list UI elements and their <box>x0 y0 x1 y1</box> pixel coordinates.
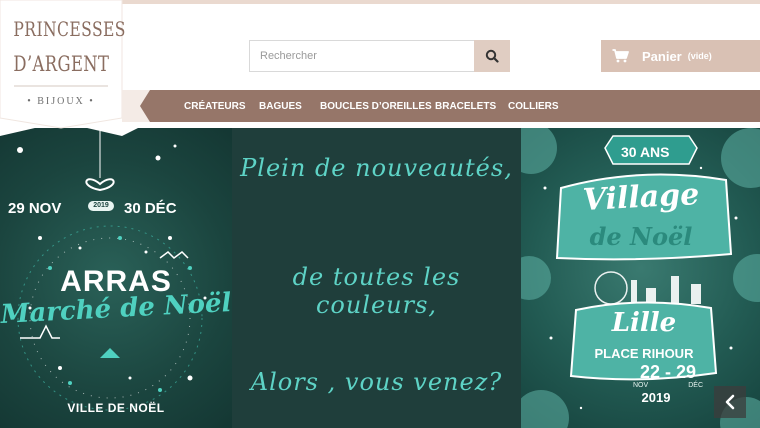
cart-button[interactable]: Panier (vide) <box>601 40 760 72</box>
logo-text-line1: PRINCESSES <box>13 17 126 41</box>
banner-panel-arras[interactable]: 29 NOV 2019 30 DÉC ARRAS Marché de Noël … <box>0 128 232 428</box>
banner-panel-message[interactable]: Plein de nouveautés, de toutes les coule… <box>232 128 521 428</box>
banner-panel-lille[interactable]: 30 ANS Village de Noël Lille PLACE RIHOU… <box>521 128 760 428</box>
site-logo[interactable]: PRINCESSES D’ARGENT • BIJOUX • <box>0 0 150 136</box>
search-icon <box>485 49 499 63</box>
nav-item-createurs[interactable]: CRÉATEURS <box>184 90 245 122</box>
chevron-left-icon <box>725 394 735 410</box>
page: Panier (vide) CRÉATEURS BAGUES BOUCLES D… <box>0 0 760 428</box>
nav-item-bracelets[interactable]: BRACELETS <box>435 90 496 122</box>
logo-subtitle: • BIJOUX • <box>27 96 95 107</box>
lille-month-end: DÉC <box>688 382 703 389</box>
lille-place: PLACE RIHOUR <box>594 346 694 361</box>
search-button[interactable] <box>474 40 510 72</box>
cart-icon <box>612 49 629 63</box>
lille-month-start: NOV <box>633 382 649 389</box>
search-input[interactable] <box>249 40 474 72</box>
arras-date-start: 29 NOV <box>8 200 62 217</box>
lille-dates: 22 - 29 <box>639 362 697 382</box>
lille-city: Lille <box>611 308 677 338</box>
lille-months: NOV DÉC <box>633 382 703 389</box>
lille-title-line2: de Noël <box>589 222 693 251</box>
banner-message-line2: de toutes les couleurs, <box>292 263 461 319</box>
lille-year: 2019 <box>641 390 671 405</box>
nav-item-colliers[interactable]: COLLIERS <box>508 90 559 122</box>
search-bar <box>249 40 510 72</box>
arras-footer: VILLE DE NOËL <box>67 401 165 415</box>
arras-date-end: 30 DÉC <box>124 200 177 217</box>
arras-year-badge: 2019 <box>88 201 114 211</box>
slider-arrow-button[interactable] <box>714 386 746 418</box>
nav-item-bagues[interactable]: BAGUES <box>259 90 302 122</box>
banner-message-line1: Plein de nouveautés, <box>240 154 513 182</box>
banner-message-line3: Alors , vous venez? <box>250 368 503 396</box>
cart-label: Panier <box>642 48 682 64</box>
lille-anniversary: 30 ANS <box>621 144 670 160</box>
nav-item-boucles-d-oreilles[interactable]: BOUCLES D’OREILLES <box>320 90 432 122</box>
logo-text-line2: D’ARGENT <box>13 52 110 76</box>
cart-status: (vide) <box>687 51 712 61</box>
hero-banner: 29 NOV 2019 30 DÉC ARRAS Marché de Noël … <box>0 128 760 428</box>
